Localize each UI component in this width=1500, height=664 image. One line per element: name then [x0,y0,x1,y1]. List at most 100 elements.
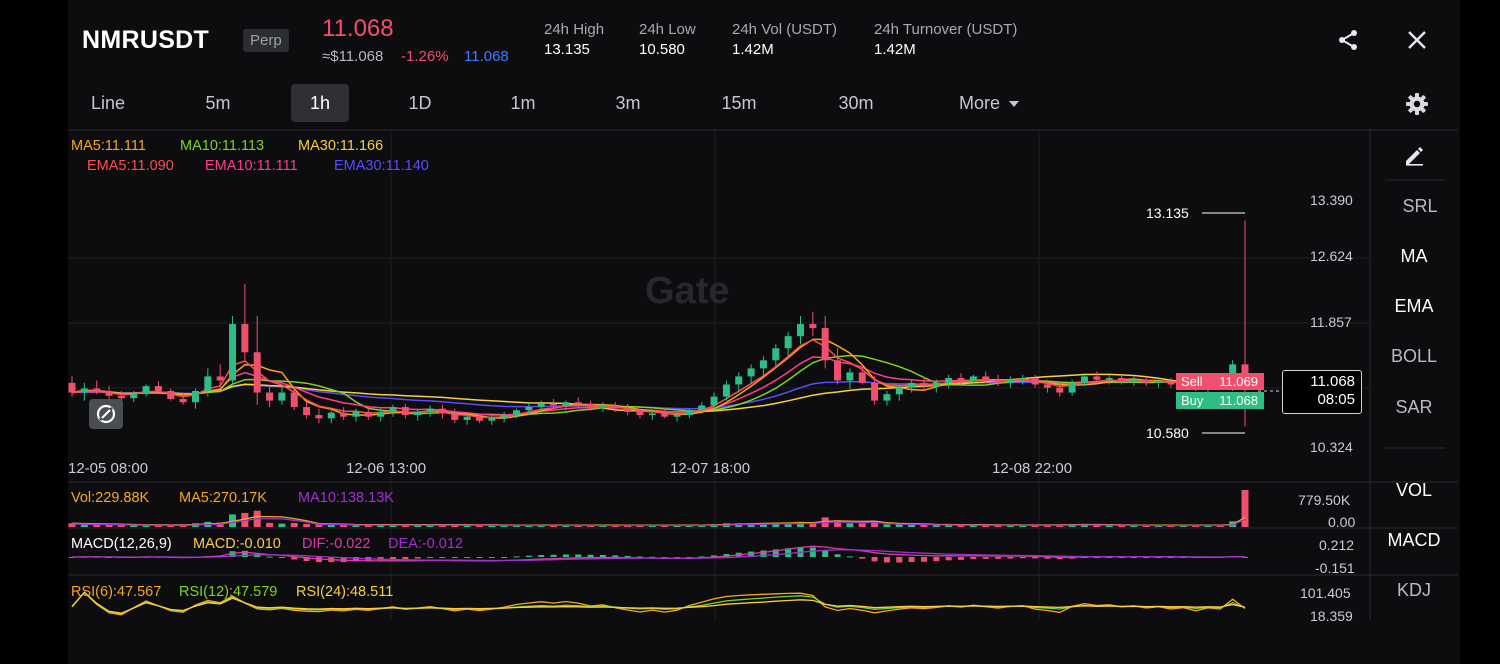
macd-axis-tick: -0.151 [1315,560,1355,576]
candle-body [463,416,471,420]
candle-body [438,408,446,414]
candle-body [377,411,385,417]
candle-body [1006,379,1014,383]
indicator-boll[interactable]: BOLL [1374,346,1454,367]
candle-body [772,348,780,361]
macd-histogram-bar [982,557,989,559]
candle-body [1068,382,1076,393]
candle-body [611,405,619,409]
candle-body [648,413,656,416]
candle-body [1167,381,1175,385]
macd-histogram-bar [488,557,495,558]
candle-body [93,388,101,391]
candle-body [1080,376,1088,383]
candle-body [871,382,879,401]
candle-body [599,405,607,408]
candle-body [982,376,990,380]
macd-legend-dif: DIF:-0.022 [302,536,371,552]
indicator-ema[interactable]: EMA [1374,296,1454,317]
candle-body [920,382,928,387]
macd-histogram-bar [612,555,619,557]
candle-body [401,407,409,416]
macd-histogram-bar [945,557,952,561]
candle-body [191,390,199,403]
candle-body [759,360,767,369]
candle-body [685,410,693,416]
candle-body [883,394,891,401]
vol-legend-value: Vol:229.88K [71,490,150,506]
candle-body [451,413,459,420]
macd-histogram-bar [958,557,965,560]
candle-body [809,324,817,329]
legend-ema5: EMA5:11.090 [87,158,174,174]
indicator-macd[interactable]: MACD [1374,530,1454,551]
candle-body [154,386,162,391]
sell-tag[interactable]: Sell 11.069 [1176,373,1264,390]
candle-body [513,410,521,416]
candle-body [352,411,360,417]
candle-body [636,411,644,416]
candle-body [661,413,669,417]
rsi-axis-tick: 18.359 [1310,608,1353,624]
buy-tag[interactable]: Buy 11.068 [1176,392,1264,409]
indicator-sar[interactable]: SAR [1374,397,1454,418]
macd-histogram-bar [822,550,829,557]
candle-body [414,411,422,416]
macd-histogram-bar [995,557,1002,559]
macd-legend-title: MACD(12,26,9) [71,536,172,552]
macd-histogram-bar [970,557,977,560]
candle-body [1142,379,1150,383]
vol-axis-tick: 779.50K [1298,492,1351,508]
volume-bar [278,523,286,527]
candle-body [364,411,372,417]
candle-body [1118,378,1126,382]
candle-body [1056,387,1064,393]
candle-body [957,378,965,382]
sell-value: 11.069 [1219,374,1258,389]
candle-body [932,382,940,387]
candle-body [525,407,533,411]
indicator-vol[interactable]: VOL [1374,480,1454,501]
candle-body [562,402,570,406]
candle-body [1019,378,1027,380]
macd-histogram-bar [538,555,545,557]
candle-body [204,376,212,391]
macd-histogram-bar [476,557,483,558]
indicator-kdj[interactable]: KDJ [1374,580,1454,601]
candle-body [673,415,681,417]
candle-body [537,403,545,408]
volume-bar [290,523,298,527]
price-chart[interactable] [0,0,1500,664]
candle-body [945,378,953,383]
floating-toggle-icon[interactable] [89,399,123,429]
macd-legend-macd: MACD:-0.010 [193,536,281,552]
legend-ema30: EMA30:11.140 [334,158,429,174]
macd-histogram-bar [575,554,582,557]
macd-histogram-bar [427,557,434,558]
macd-histogram-bar [266,556,273,558]
candle-body [821,328,829,361]
candle-body [1130,379,1138,382]
pencil-icon[interactable] [1403,144,1425,166]
candle-body [303,407,311,416]
volume-bar [883,524,891,527]
price-axis-tick: 11.857 [1310,314,1352,330]
candle-body [574,402,582,404]
macd-histogram-bar [1019,557,1026,559]
candle-body [722,384,730,397]
rsi-legend-24: RSI(24):48.511 [296,584,394,600]
time-axis-tick: 12-06 13:00 [346,460,427,477]
macd-histogram-bar [809,547,816,557]
macd-histogram-bar [525,555,532,557]
legend-ma30: MA30:11.166 [298,138,384,154]
macd-histogram-bar [464,557,471,558]
indicator-srl[interactable]: SRL [1380,196,1460,217]
indicator-ma[interactable]: MA [1374,246,1454,267]
macd-histogram-bar [871,557,878,562]
volume-bar [303,524,311,527]
candle-body [117,395,125,399]
macd-histogram-bar [1007,557,1014,559]
candle-body [426,408,434,412]
rsi-axis-tick: 101.405 [1300,585,1351,601]
volume-bar [846,523,854,527]
